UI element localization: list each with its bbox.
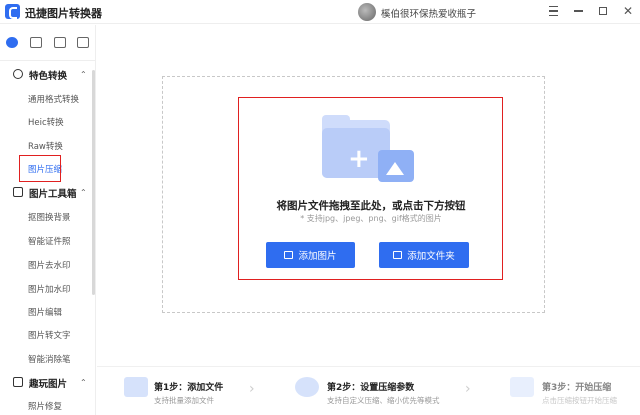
sidebar-divider xyxy=(0,60,96,61)
add-folder-button[interactable]: 添加文件夹 xyxy=(379,242,469,268)
image-icon xyxy=(284,251,294,259)
sidebar-item-image-to-text[interactable]: 图片转文字 xyxy=(28,329,71,341)
sidebar-item-raw-convert[interactable]: Raw转换 xyxy=(28,140,63,152)
sidebar-item-image-edit[interactable]: 图片编辑 xyxy=(28,306,62,318)
step-2-subtitle: 支持自定义压缩、缩小优先等模式 xyxy=(327,396,440,405)
add-folder-label: 添加文件夹 xyxy=(407,251,455,262)
sidebar-item-id-photo[interactable]: 智能证件照 xyxy=(28,235,71,247)
sidebar-item-photo-repair[interactable]: 照片修复 xyxy=(28,400,62,412)
sidebar-item-smart-eraser[interactable]: 智能消除笔 xyxy=(28,353,71,365)
chevron-up-icon[interactable]: ⌃ xyxy=(80,378,87,387)
drop-zone-title: 将图片文件拖拽至此处，或点击下方按钮 xyxy=(276,200,466,212)
title-bar: 迅捷图片转换器 榽伯很环保热爱收瓶子 ✕ xyxy=(0,0,640,24)
close-button[interactable]: ✕ xyxy=(620,3,636,19)
settings-step-icon xyxy=(295,377,319,397)
add-image-label: 添加图片 xyxy=(298,251,337,262)
copy-mode-icon[interactable] xyxy=(77,37,89,48)
selected-item-highlight xyxy=(19,155,61,182)
step-1-subtitle: 支持批量添加文件 xyxy=(154,396,214,405)
image-mode-icon[interactable] xyxy=(54,37,66,48)
sidebar-group-label: 特色转换 xyxy=(29,71,68,82)
chevron-right-icon: › xyxy=(249,381,255,397)
sidebar-scrollbar[interactable] xyxy=(92,70,95,295)
toolbox-group-icon xyxy=(13,187,23,197)
minimize-button[interactable] xyxy=(570,3,586,19)
supported-formats-hint: * 支持jpg、jpeg、png、gif格式的图片 xyxy=(300,214,442,223)
step-1-title: 第1步：添加文件 xyxy=(154,383,224,393)
chevron-right-icon: › xyxy=(465,381,471,397)
minimize-icon xyxy=(573,10,583,12)
add-image-button[interactable]: 添加图片 xyxy=(266,242,355,268)
sidebar-item-remove-watermark[interactable]: 图片去水印 xyxy=(28,259,71,271)
step-2-title: 第2步：设置压缩参数 xyxy=(327,383,415,393)
sidebar-group-label: 图片工具箱 xyxy=(29,189,77,200)
sidebar-item-cutout[interactable]: 抠图换背景 xyxy=(28,211,71,223)
username[interactable]: 榽伯很环保热爱收瓶子 xyxy=(381,6,476,20)
chevron-up-icon[interactable]: ⌃ xyxy=(80,70,87,79)
user-avatar[interactable] xyxy=(358,3,376,21)
sidebar-group-label: 趣玩图片 xyxy=(29,379,68,390)
step-3-subtitle: 点击压缩按钮开始压缩 xyxy=(542,396,617,405)
add-file-step-icon xyxy=(124,377,148,397)
close-icon: ✕ xyxy=(622,4,634,18)
menu-icon[interactable] xyxy=(545,3,561,19)
chevron-up-icon[interactable]: ⌃ xyxy=(80,188,87,197)
folder-image-icon: + xyxy=(322,115,414,190)
sidebar-item-heic-convert[interactable]: Heic转换 xyxy=(28,116,64,128)
maximize-button[interactable] xyxy=(595,3,611,19)
fun-group-icon xyxy=(13,377,23,387)
steps-bar: 第1步：添加文件 支持批量添加文件 › 第2步：设置压缩参数 支持自定义压缩、缩… xyxy=(97,366,640,415)
step-3-title: 第3步：开始压缩 xyxy=(542,383,612,393)
folder-plus-icon xyxy=(393,251,403,259)
app-logo-icon xyxy=(5,4,20,19)
pdf-mode-icon[interactable] xyxy=(30,37,42,48)
maximize-icon xyxy=(599,7,607,15)
sidebar-item-general-convert[interactable]: 通用格式转换 xyxy=(28,93,79,105)
compress-step-icon xyxy=(510,377,534,397)
app-title: 迅捷图片转换器 xyxy=(25,7,102,20)
convert-mode-icon[interactable] xyxy=(6,37,18,48)
sidebar-mode-icons xyxy=(0,31,96,57)
featured-group-icon xyxy=(13,69,23,79)
sidebar-item-add-watermark[interactable]: 图片加水印 xyxy=(28,283,71,295)
